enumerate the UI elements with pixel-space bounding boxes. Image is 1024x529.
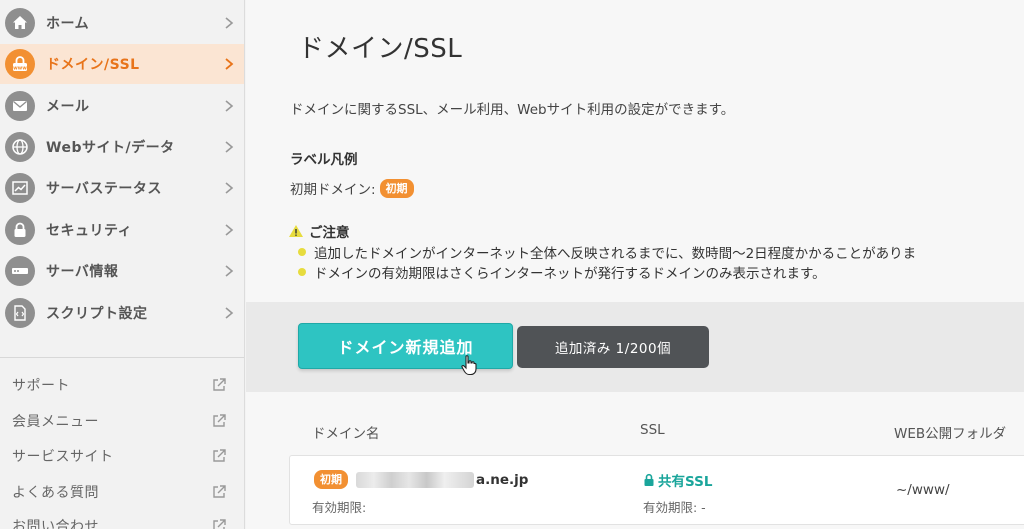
sidebar-link-service-site[interactable]: サービスサイト	[0, 441, 244, 471]
domain-lock-icon: www	[5, 49, 35, 79]
sidebar-divider	[0, 357, 244, 358]
bullet-dot-icon	[298, 248, 306, 256]
sidebar-item-label: サーバ情報	[46, 264, 119, 280]
notice-bullet: ドメインの有効期限はさくらインターネットが発行するドメインのみ表示されます。	[298, 262, 826, 282]
sidebar-link-label: サービスサイト	[12, 449, 114, 465]
bullet-dot-icon	[298, 268, 306, 276]
sidebar: ホーム www ドメイン/SSL メール Webサイト/データ サーバステータス	[0, 0, 245, 529]
table-row[interactable]: 初期 a.ne.jp 有効期限: 共有SSL 有効期限: - ~/www/	[289, 455, 1024, 525]
lock-icon	[5, 215, 35, 245]
sidebar-link-member-menu[interactable]: 会員メニュー	[0, 406, 244, 436]
svg-text:www: www	[13, 65, 27, 71]
chevron-right-icon	[225, 265, 234, 277]
ssl-cell[interactable]: 共有SSL	[643, 470, 712, 490]
notice-bullet-text: 追加したドメインがインターネット全体へ反映されるまでに、数時間〜2日程度かかるこ…	[314, 246, 917, 262]
redacted-domain	[356, 471, 474, 488]
web-folder-path: ~/www/	[896, 482, 950, 498]
legend-row: 初期ドメイン: 初期	[290, 178, 414, 198]
page-description: ドメインに関するSSL、メール利用、Webサイト利用の設定ができます。	[290, 102, 735, 118]
column-header-ssl: SSL	[640, 422, 665, 438]
external-link-icon	[213, 378, 226, 391]
external-link-icon	[213, 519, 226, 529]
column-header-domain: ドメイン名	[312, 426, 380, 442]
sidebar-item-label: ドメイン/SSL	[46, 57, 140, 73]
sidebar-item-server-info[interactable]: サーバ情報	[0, 251, 244, 291]
page-title: ドメイン/SSL	[298, 34, 463, 64]
main-content: ドメイン/SSL ドメインに関するSSL、メール利用、Webサイト利用の設定がで…	[246, 0, 1024, 529]
hand-cursor-icon	[461, 355, 477, 376]
initial-badge: 初期	[379, 178, 414, 198]
sidebar-link-contact[interactable]: お問い合わせ	[0, 511, 244, 529]
notice-title: ご注意	[288, 221, 350, 241]
sidebar-item-label: ホーム	[46, 16, 90, 32]
chevron-right-icon	[225, 307, 234, 319]
script-icon	[5, 298, 35, 328]
sidebar-item-website-data[interactable]: Webサイト/データ	[0, 127, 244, 167]
sidebar-item-security[interactable]: セキュリティ	[0, 210, 244, 250]
external-link-icon	[213, 449, 226, 462]
column-header-web-folder: WEB公開フォルダ	[894, 426, 1007, 442]
sidebar-item-home[interactable]: ホーム	[0, 3, 244, 43]
sidebar-link-support[interactable]: サポート	[0, 370, 244, 400]
sidebar-item-label: メール	[46, 99, 90, 115]
initial-badge: 初期	[314, 470, 348, 489]
sidebar-item-script-settings[interactable]: スクリプト設定	[0, 293, 244, 333]
chart-icon	[5, 173, 35, 203]
chevron-right-icon	[225, 17, 234, 29]
domain-count-badge: 追加済み 1/200個	[517, 326, 709, 368]
server-icon	[5, 256, 35, 286]
globe-icon	[5, 132, 35, 162]
legend-title: ラベル凡例	[290, 152, 358, 168]
chevron-right-icon	[225, 224, 234, 236]
sidebar-item-label: スクリプト設定	[46, 306, 148, 322]
domain-cell: 初期 a.ne.jp	[314, 470, 528, 489]
sidebar-item-mail[interactable]: メール	[0, 86, 244, 126]
sidebar-link-faq[interactable]: よくある質問	[0, 477, 244, 507]
sidebar-link-label: サポート	[12, 378, 70, 394]
sidebar-item-server-status[interactable]: サーバステータス	[0, 168, 244, 208]
chevron-right-icon	[225, 141, 234, 153]
domain-table: ドメイン名 SSL WEB公開フォルダ 初期 a.ne.jp 有効期限: 共有S…	[246, 392, 1024, 529]
external-link-icon	[213, 485, 226, 498]
chevron-right-icon	[225, 58, 234, 70]
add-domain-button[interactable]: ドメイン新規追加	[298, 323, 513, 369]
domain-name[interactable]: a.ne.jp	[476, 472, 528, 488]
warning-icon	[289, 225, 303, 237]
home-icon	[5, 8, 35, 38]
sidebar-link-label: よくある質問	[12, 485, 99, 501]
notice-bullet-text: ドメインの有効期限はさくらインターネットが発行するドメインのみ表示されます。	[314, 266, 826, 282]
chevron-right-icon	[225, 100, 234, 112]
sidebar-item-label: Webサイト/データ	[46, 140, 175, 156]
sidebar-item-domain-ssl[interactable]: www ドメイン/SSL	[0, 44, 244, 84]
sidebar-item-label: セキュリティ	[46, 223, 133, 239]
mail-icon	[5, 91, 35, 121]
ssl-expiry: 有効期限: -	[643, 500, 706, 515]
lock-icon	[644, 473, 654, 486]
legend-row-label: 初期ドメイン:	[290, 182, 376, 198]
sidebar-link-label: お問い合わせ	[12, 519, 99, 529]
action-bar: ドメイン新規追加 追加済み 1/200個	[246, 302, 1024, 392]
sidebar-item-label: サーバステータス	[46, 181, 162, 197]
notice-bullet: 追加したドメインがインターネット全体へ反映されるまでに、数時間〜2日程度かかるこ…	[298, 242, 916, 262]
chevron-right-icon	[225, 182, 234, 194]
sidebar-link-label: 会員メニュー	[12, 414, 99, 430]
ssl-type: 共有SSL	[658, 474, 713, 490]
external-link-icon	[213, 414, 226, 427]
notice-title-text: ご注意	[309, 225, 350, 241]
domain-expiry: 有効期限:	[312, 500, 367, 515]
